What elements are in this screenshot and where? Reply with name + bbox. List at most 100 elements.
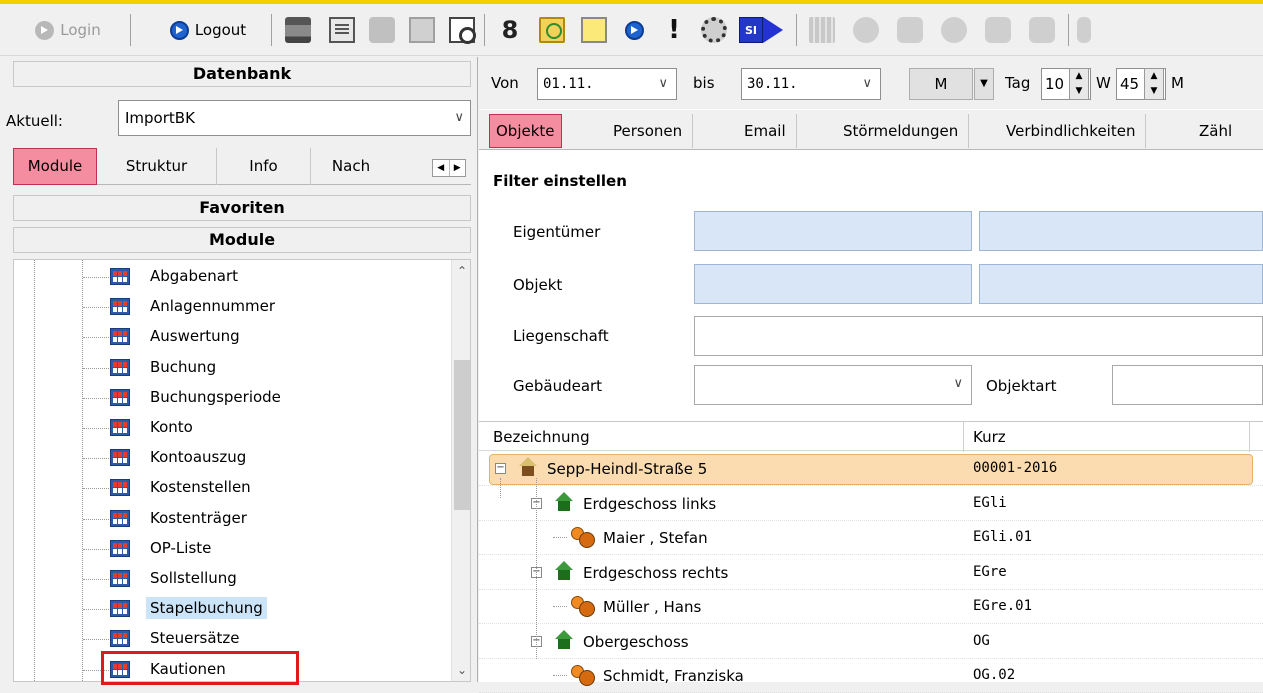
table-icon [110, 358, 130, 376]
tag-spin-buttons[interactable]: ▲ ▼ [1069, 68, 1089, 100]
disabled-tool-button[interactable] [406, 13, 438, 47]
tree-item[interactable]: Anlagennummer [14, 294, 434, 319]
notes-icon [581, 17, 607, 43]
print-preview-button[interactable] [446, 13, 478, 47]
tree-item[interactable]: Abgabenart [14, 264, 434, 289]
disabled-tool-button[interactable] [366, 13, 398, 47]
favoriten-header[interactable]: Favoriten [13, 195, 471, 221]
row-kurz: OG [973, 632, 990, 649]
disabled-tool-button[interactable] [938, 13, 970, 47]
week-spin-buttons[interactable]: ▲ ▼ [1144, 68, 1164, 100]
table-icon [110, 600, 130, 618]
tree-item[interactable]: Buchungsperiode [14, 385, 434, 410]
tree-item[interactable]: Buchung [14, 355, 434, 380]
alert-button[interactable]: ! [658, 13, 690, 47]
tree-item[interactable]: Kostenträger [14, 506, 434, 531]
table-row[interactable]: − Erdgeschoss links EGli [479, 487, 1263, 521]
disabled-tool-button[interactable] [806, 13, 838, 47]
table-row[interactable]: − Erdgeschoss rechts EGre [479, 556, 1263, 590]
tree-item[interactable]: Kontoauszug [14, 445, 434, 470]
scroll-up-icon[interactable]: ⌃ [452, 260, 470, 282]
report-button[interactable] [326, 13, 358, 47]
tree-item[interactable]: Kostenstellen [14, 475, 434, 500]
tree-item[interactable]: OP-Liste [14, 536, 434, 561]
objekt-input-1[interactable] [694, 264, 972, 304]
disabled-tool-button[interactable] [1026, 13, 1058, 47]
tree-connector [83, 579, 109, 580]
collapse-icon[interactable]: − [495, 463, 506, 474]
eigentuemer-input-2[interactable] [979, 211, 1263, 251]
gebaeudeart-select[interactable]: ∨ [694, 365, 972, 405]
selection-highlight [101, 651, 299, 685]
print-button[interactable] [282, 13, 314, 47]
tree-item[interactable]: Steuersätze [14, 626, 434, 651]
tree-item[interactable]: Konto [14, 415, 434, 440]
tab-verbindlichkeiten[interactable]: Verbindlichkeiten [996, 114, 1147, 148]
printer-icon [285, 17, 311, 43]
logout-button[interactable]: Logout [152, 13, 264, 47]
disabled-tool-button[interactable] [850, 13, 882, 47]
tab-email[interactable]: Email [734, 114, 797, 148]
table-row[interactable]: − Obergeschoss OG [479, 625, 1263, 659]
database-select[interactable]: ImportBK ∨ [118, 100, 471, 136]
col-bezeichnung[interactable]: Bezeichnung [493, 428, 590, 446]
period-mode-dropdown[interactable]: ▼ [974, 68, 994, 100]
tree-connector [553, 606, 567, 607]
tree-item-label: Anlagennummer [150, 297, 276, 316]
search-button[interactable]: 8 [494, 13, 526, 47]
tab-info[interactable]: Info [217, 148, 311, 185]
von-date-input[interactable]: 01.11. ∨ [537, 68, 677, 100]
tree-connector [83, 458, 109, 460]
tree-scrollbar[interactable]: ⌃ ⌄ [451, 260, 470, 681]
login-button[interactable]: Login [14, 13, 122, 47]
col-kurz[interactable]: Kurz [973, 428, 1006, 446]
table-row[interactable]: − Sepp-Heindl-Straße 5 00001-2016 [479, 452, 1263, 486]
disabled-tool-button[interactable] [1074, 13, 1094, 47]
logout-icon [169, 20, 189, 40]
card-icon [1029, 17, 1055, 43]
tree-item[interactable]: Stapelbuchung [14, 596, 434, 621]
scroll-thumb[interactable] [454, 360, 470, 510]
column-divider[interactable] [1249, 422, 1250, 452]
eigentuemer-input-1[interactable] [694, 211, 972, 251]
objektart-select[interactable] [1112, 365, 1263, 405]
next-button[interactable] [618, 13, 650, 47]
objekt-input-2[interactable] [979, 264, 1263, 304]
tab-objekte[interactable]: Objekte [489, 114, 562, 148]
tree-item[interactable]: Auswertung [14, 324, 434, 349]
period-mode-button[interactable]: M [909, 68, 973, 100]
tab-zaehler[interactable]: Zähl [1189, 114, 1242, 148]
tree-item[interactable]: Sollstellung [14, 566, 434, 591]
refresh-folder-button[interactable] [536, 13, 568, 47]
eigentuemer-label: Eigentümer [513, 223, 601, 241]
von-date-value: 01.11. [543, 76, 594, 92]
disabled-tool-button[interactable] [894, 13, 926, 47]
tab-nach[interactable]: Nach [311, 148, 391, 185]
tab-module[interactable]: Module [13, 148, 97, 185]
table-row[interactable]: Müller , Hans EGre.01 [479, 590, 1263, 624]
settings-button[interactable] [698, 13, 730, 47]
unit-icon [553, 491, 575, 514]
table-row[interactable]: Maier , Stefan EGli.01 [479, 521, 1263, 555]
tab-scroll-arrows[interactable]: ◀ ▶ [432, 159, 466, 177]
arrow-right-icon[interactable]: ▶ [450, 160, 466, 176]
column-divider[interactable] [963, 422, 964, 452]
arrow-left-icon[interactable]: ◀ [433, 160, 450, 176]
unit-icon [553, 560, 575, 583]
scroll-down-icon[interactable]: ⌄ [452, 659, 470, 681]
tenant-icon [569, 665, 595, 686]
si-play-button[interactable]: SI [736, 13, 786, 47]
notes-button[interactable] [578, 13, 610, 47]
tab-personen[interactable]: Personen [603, 114, 694, 148]
bis-date-input[interactable]: 30.11. ∨ [741, 68, 881, 100]
disabled-tool-button[interactable] [982, 13, 1014, 47]
row-kurz: 00001-2016 [973, 460, 1058, 476]
tab-stoermeldungen[interactable]: Störmeldungen [833, 114, 970, 148]
row-name: Erdgeschoss rechts [583, 563, 729, 582]
table-row[interactable]: Schmidt, Franziska OG.02 [479, 659, 1263, 693]
module-header[interactable]: Module [13, 227, 471, 253]
liegenschaft-input[interactable] [694, 316, 1263, 356]
tab-struktur[interactable]: Struktur [97, 148, 217, 185]
liegenschaft-label: Liegenschaft [513, 327, 609, 345]
chevron-down-icon: ∨ [953, 376, 963, 391]
